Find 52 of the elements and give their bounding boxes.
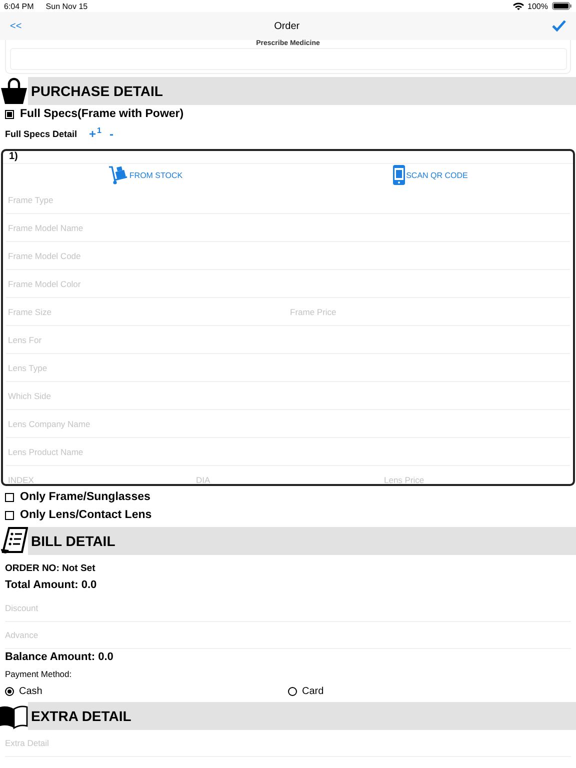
text-field[interactable]: Extra Detail [5,730,571,756]
scan-qr-button[interactable]: SCAN QR CODE [393,164,468,186]
text-field[interactable]: Lens Price [382,466,570,484]
specs-detail-label: Full Specs Detail [5,129,78,139]
text-field[interactable]: Which Side [6,382,570,409]
text-field[interactable]: Frame Size [6,298,288,325]
payment-label: Payment Method: [4,668,73,681]
remove-button[interactable]: - [110,127,114,141]
order-number: ORDER NO: Not Set [4,562,96,576]
text-field[interactable]: Frame Model Code [6,242,570,269]
text-field[interactable]: Lens Product Name [6,438,570,465]
page-title: Order [274,20,300,32]
item-number: 1) [3,151,573,164]
text-field[interactable]: Lens For [6,326,570,353]
text-field[interactable]: Advance [5,622,571,648]
hand-truck-icon [108,165,128,185]
checkbox-label: Only Frame/Sunglasses [20,491,150,503]
text-field[interactable]: Frame Model Name [6,214,570,241]
radio-label: Cash [19,686,42,696]
checkbox[interactable] [5,110,14,118]
checkbox-label: Only Lens/Contact Lens [20,509,152,521]
total-amount: Total Amount: 0.0 [4,578,98,593]
text-field[interactable]: Frame Type [6,186,570,213]
text-field[interactable]: Frame Model Color [6,270,570,297]
section-title: BILL DETAIL [31,533,116,549]
wifi-icon [512,2,524,10]
back-button[interactable]: << [10,20,22,32]
section-title: PURCHASE DETAIL [31,83,163,99]
checkmark-icon[interactable] [552,20,566,32]
phone-icon [393,165,406,185]
section-title: EXTRA DETAIL [31,708,132,724]
shopping-bag-icon [0,77,28,105]
radio-button[interactable] [5,686,14,696]
text-field[interactable]: Discount [5,595,571,621]
from-stock-button[interactable]: FROM STOCK [108,164,183,186]
add-button[interactable]: + [89,127,96,141]
status-time: 6:04 PM [4,2,34,10]
text-field[interactable]: Frame Price [288,298,570,325]
checkbox[interactable] [5,510,14,520]
balance-amount: Balance Amount: 0.0 [4,650,114,665]
battery-percent: 100% [528,2,548,10]
status-date: Sun Nov 15 [46,2,88,10]
count-label: 1 [97,126,102,134]
battery-icon [552,2,572,10]
text-field[interactable]: Lens Company Name [6,410,570,437]
checkbox-label: Full Specs(Frame with Power) [20,108,184,120]
text-field[interactable]: DIA [194,466,382,484]
text-field[interactable]: INDEX [6,466,194,484]
text-field[interactable]: Lens Type [6,354,570,381]
radio-button[interactable] [288,686,297,696]
checkbox[interactable] [5,492,14,502]
radio-label: Card [302,686,324,696]
